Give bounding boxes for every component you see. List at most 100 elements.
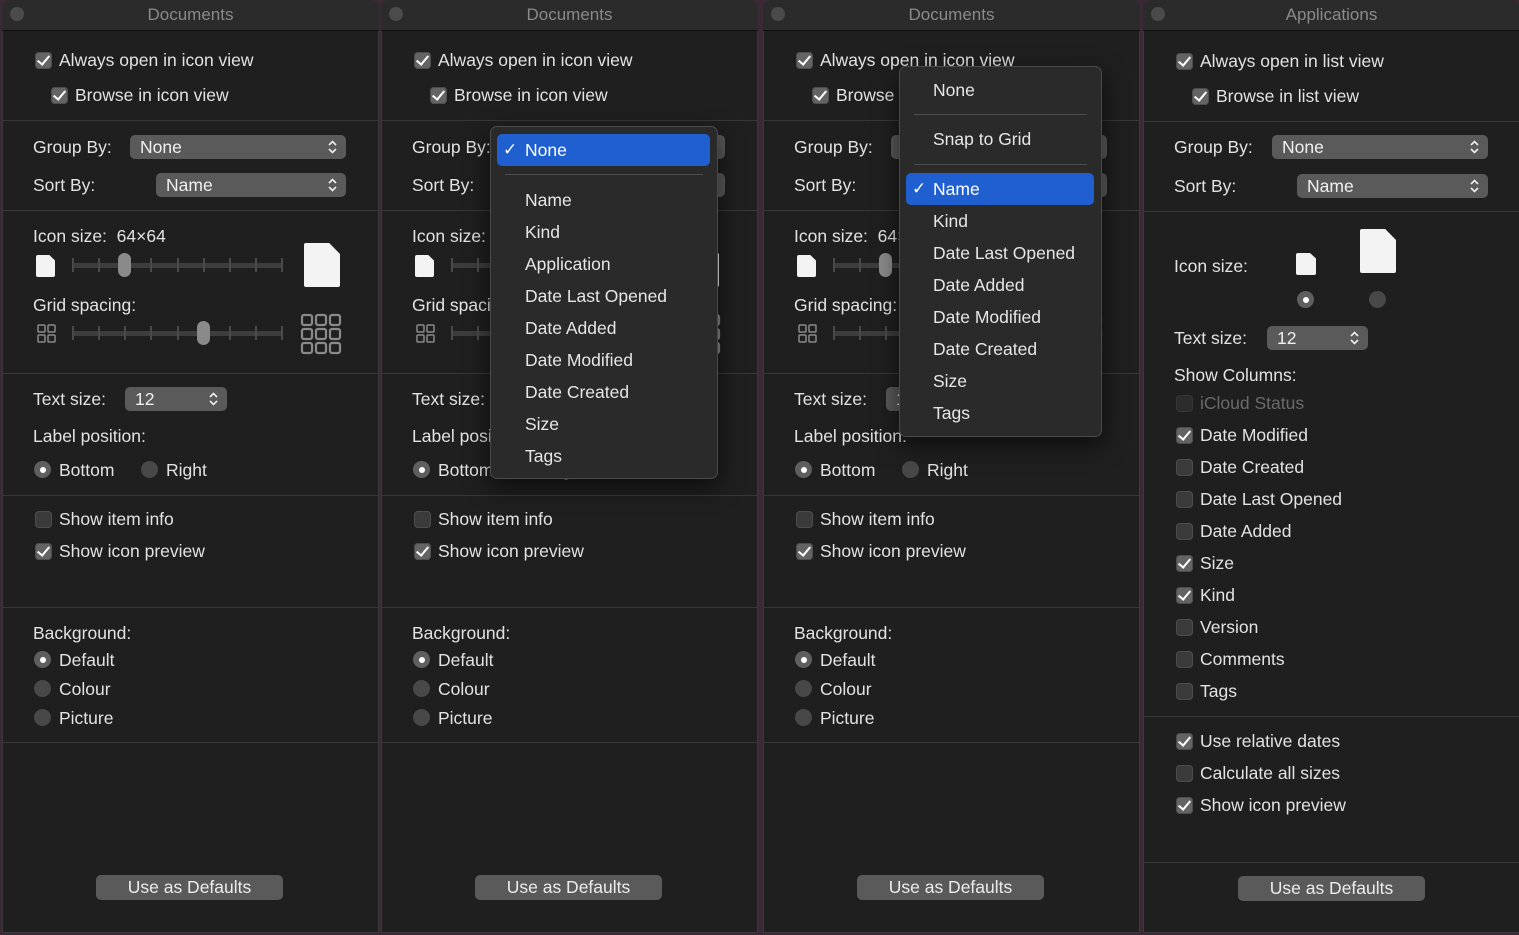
bg-default-radio[interactable]: [795, 651, 812, 668]
browse-checkbox[interactable]: [1192, 88, 1209, 105]
bg-colour-radio[interactable]: [34, 680, 51, 697]
show-icon-preview-checkbox[interactable]: [35, 543, 52, 560]
column-checkbox[interactable]: [1176, 555, 1193, 572]
menu-item[interactable]: Kind: [525, 222, 560, 243]
browse-checkbox[interactable]: [51, 87, 68, 104]
menu-item[interactable]: Date Modified: [933, 307, 1041, 328]
label-right-radio[interactable]: [141, 461, 158, 478]
menu-item[interactable]: Size: [933, 371, 967, 392]
column-checkbox[interactable]: [1176, 619, 1193, 636]
menu-item[interactable]: Tags: [933, 403, 970, 424]
menu-item[interactable]: Date Created: [933, 339, 1037, 360]
text-size-value: 12: [135, 389, 155, 409]
slider-tick: [477, 258, 480, 272]
large-icon-radio[interactable]: [1369, 291, 1386, 308]
use-relative-dates-checkbox[interactable]: [1176, 733, 1193, 750]
label-bottom-radio[interactable]: [413, 461, 430, 478]
show-item-info-label: Show item info: [438, 509, 553, 529]
column-label: Tags: [1200, 681, 1237, 701]
bg-picture-radio[interactable]: [413, 709, 430, 726]
divider: [381, 120, 758, 121]
menu-item-none[interactable]: None: [933, 80, 975, 101]
show-item-info-checkbox[interactable]: [35, 511, 52, 528]
use-as-defaults-button[interactable]: Use as Defaults: [1238, 876, 1425, 901]
icon-view-options-panel-group-menu: Documents Always open in icon view Brows…: [381, 0, 758, 933]
menu-item[interactable]: Tags: [525, 446, 562, 467]
show-icon-preview-label: Show icon preview: [1200, 795, 1346, 815]
text-size-label: Text size:: [412, 389, 485, 409]
always-open-checkbox[interactable]: [35, 52, 52, 69]
bg-picture-radio[interactable]: [34, 709, 51, 726]
browse-checkbox[interactable]: [430, 87, 447, 104]
text-size-popup[interactable]: 12: [1267, 326, 1368, 350]
bg-picture-radio[interactable]: [795, 709, 812, 726]
slider-tick: [477, 326, 480, 340]
always-open-checkbox[interactable]: [414, 52, 431, 69]
label-right-radio[interactable]: [902, 461, 919, 478]
use-as-defaults-button[interactable]: Use as Defaults: [475, 875, 662, 900]
icon-size-slider[interactable]: [72, 253, 283, 277]
label-bottom-radio[interactable]: [795, 461, 812, 478]
column-checkbox[interactable]: [1176, 651, 1193, 668]
browse-checkbox[interactable]: [812, 87, 829, 104]
always-open-checkbox[interactable]: [796, 52, 813, 69]
group-by-popup[interactable]: None: [130, 135, 346, 159]
show-item-info-checkbox[interactable]: [414, 511, 431, 528]
menu-item[interactable]: Application: [525, 254, 611, 275]
bg-colour-radio[interactable]: [413, 680, 430, 697]
calculate-all-sizes-checkbox[interactable]: [1176, 765, 1193, 782]
slider-thumb[interactable]: [196, 321, 210, 345]
column-checkbox[interactable]: [1176, 491, 1193, 508]
menu-item[interactable]: Date Created: [525, 382, 629, 403]
divider: [2, 742, 379, 743]
show-item-info-checkbox[interactable]: [796, 511, 813, 528]
menu-item-name[interactable]: Name: [933, 179, 980, 200]
bg-default-label: Default: [59, 650, 115, 670]
column-checkbox[interactable]: [1176, 427, 1193, 444]
small-grid-icon: [37, 324, 56, 343]
use-as-defaults-button[interactable]: Use as Defaults: [857, 875, 1044, 900]
sort-by-popup[interactable]: Name: [156, 173, 346, 197]
bg-default-radio[interactable]: [413, 651, 430, 668]
menu-item[interactable]: Date Added: [933, 275, 1024, 296]
bg-default-radio[interactable]: [34, 651, 51, 668]
column-checkbox[interactable]: [1176, 683, 1193, 700]
menu-item[interactable]: Date Last Opened: [525, 286, 667, 307]
show-icon-preview-checkbox[interactable]: [414, 543, 431, 560]
slider-tick: [254, 258, 257, 272]
column-checkbox[interactable]: [1176, 523, 1193, 540]
divider: [2, 495, 379, 496]
menu-item[interactable]: Date Last Opened: [933, 243, 1075, 264]
grid-spacing-slider[interactable]: [72, 321, 283, 345]
bg-colour-radio[interactable]: [795, 680, 812, 697]
slider-tick: [859, 326, 862, 340]
label-bottom-radio[interactable]: [34, 461, 51, 478]
icon-size-value: 64×64: [116, 226, 166, 246]
menu-item[interactable]: Date Added: [525, 318, 616, 339]
slider-thumb[interactable]: [118, 253, 132, 277]
show-icon-preview-checkbox[interactable]: [1176, 797, 1193, 814]
group-by-popup[interactable]: None: [1272, 135, 1488, 159]
group-by-menu: ✓ None Name Kind Application Date Last Open…: [490, 126, 718, 479]
menu-item-snap-to-grid[interactable]: Snap to Grid: [933, 129, 1031, 150]
divider: [763, 495, 1140, 496]
menu-item[interactable]: Date Modified: [525, 350, 633, 371]
menu-item[interactable]: Kind: [933, 211, 968, 232]
updown-chevron-icon: [1350, 331, 1359, 345]
divider: [2, 373, 379, 374]
slider-thumb[interactable]: [879, 253, 893, 277]
use-as-defaults-button[interactable]: Use as Defaults: [96, 875, 283, 900]
menu-item[interactable]: Name: [525, 190, 572, 211]
small-document-icon: [36, 255, 55, 277]
column-checkbox[interactable]: [1176, 459, 1193, 476]
menu-item-none[interactable]: None: [525, 140, 567, 161]
divider: [381, 495, 758, 496]
text-size-popup[interactable]: 12: [125, 387, 227, 411]
menu-item[interactable]: Size: [525, 414, 559, 435]
always-open-checkbox[interactable]: [1176, 53, 1193, 70]
show-icon-preview-checkbox[interactable]: [796, 543, 813, 560]
checkmark-icon: ✓: [503, 140, 518, 159]
small-icon-radio[interactable]: [1297, 291, 1314, 308]
sort-by-popup[interactable]: Name: [1297, 174, 1488, 198]
column-checkbox[interactable]: [1176, 587, 1193, 604]
